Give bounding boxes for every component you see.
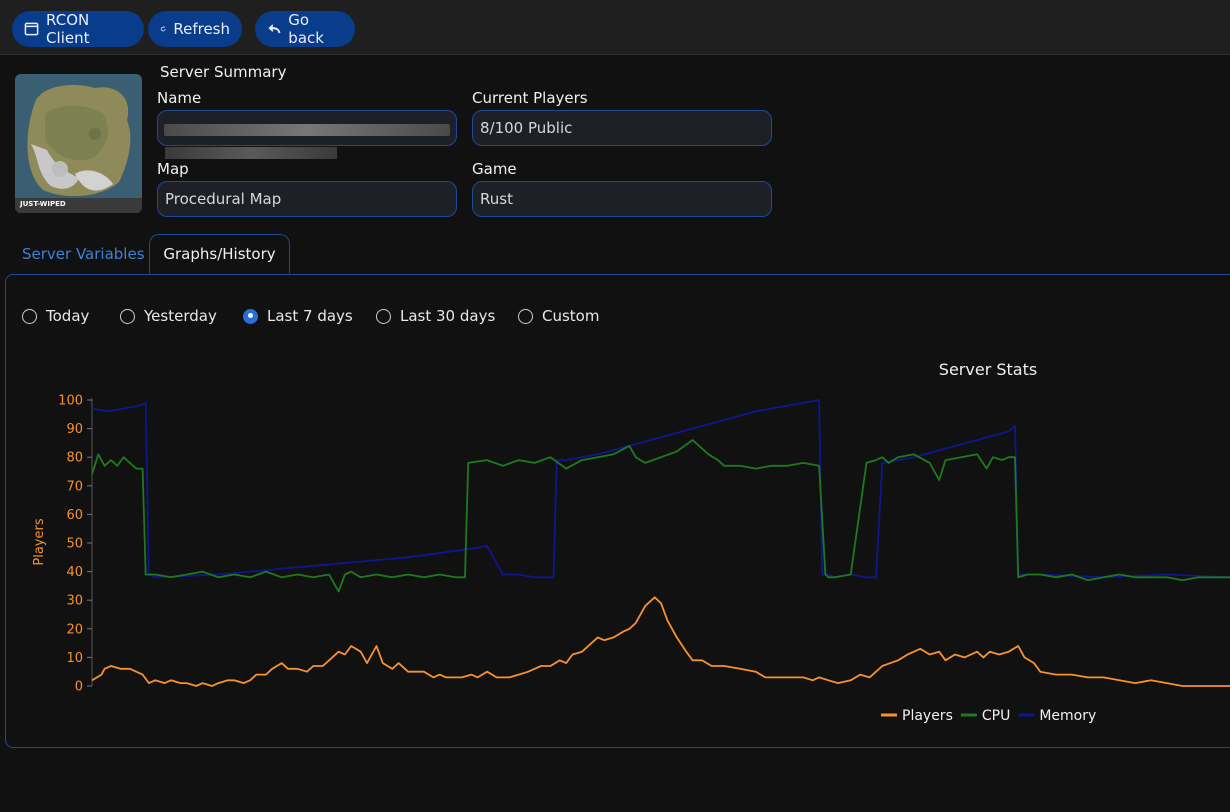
radio-last-7-days-label: Last 7 days: [267, 307, 353, 325]
series-line-cpu: [91, 439, 1230, 593]
y-tick-label: 80: [66, 451, 83, 466]
radio-circle-icon: [376, 308, 391, 324]
y-tick-label: 0: [75, 680, 83, 695]
y-tick-label: 30: [66, 594, 83, 609]
redacted-name-overflow: [165, 147, 337, 159]
radio-circle-icon: [22, 308, 37, 324]
current-players-field[interactable]: 8/100 Public: [472, 110, 772, 146]
radio-custom-label: Custom: [542, 307, 600, 325]
legend-label-cpu: CPU: [982, 708, 1010, 724]
radio-last-7-days[interactable]: Last 7 days: [243, 305, 353, 327]
radio-yesterday-label: Yesterday: [144, 307, 217, 325]
y-tick-label: 90: [66, 422, 83, 437]
game-label: Game: [472, 160, 517, 178]
y-tick-label: 50: [66, 537, 83, 552]
go-back-button[interactable]: Go back: [255, 11, 355, 47]
radio-checked-icon: [243, 308, 258, 324]
refresh-button[interactable]: Refresh: [148, 11, 242, 47]
rcon-client-label: RCON Client: [46, 11, 90, 47]
current-players-label: Current Players: [472, 89, 588, 107]
y-tick-label: 60: [66, 508, 83, 523]
game-field[interactable]: Rust: [472, 181, 772, 217]
chart-title: Server Stats: [939, 360, 1037, 379]
name-field[interactable]: [157, 110, 457, 146]
series-line-players: [91, 596, 1230, 687]
radio-last-30-days-label: Last 30 days: [400, 307, 496, 325]
y-tick-label: 40: [66, 565, 83, 580]
radio-today-label: Today: [46, 307, 90, 325]
top-toolbar: RCON Client Refresh Go back: [0, 0, 1230, 55]
back-arrow-icon: [268, 24, 281, 34]
tab-graphs-history-label: Graphs/History: [163, 245, 276, 263]
map-label: Map: [157, 160, 189, 178]
y-tick-label: 100: [58, 394, 83, 409]
map-badge-logo: JUST-WIPED: [20, 200, 66, 208]
y-tick-label: 10: [66, 651, 83, 666]
tab-graphs-history[interactable]: Graphs/History: [149, 234, 290, 274]
map-thumbnail: JUST-WIPED: [15, 74, 142, 213]
radio-yesterday[interactable]: Yesterday: [120, 305, 217, 327]
go-back-label: Go back: [288, 11, 324, 47]
name-label: Name: [157, 89, 202, 107]
radio-circle-icon: [518, 308, 533, 324]
redacted-name-bar: [164, 124, 450, 136]
map-value: Procedural Map: [165, 190, 282, 208]
radio-last-30-days[interactable]: Last 30 days: [376, 305, 495, 327]
rcon-client-button[interactable]: RCON Client: [12, 11, 144, 47]
radio-today[interactable]: Today: [22, 305, 89, 327]
game-value: Rust: [480, 190, 513, 208]
series-line-memory: [91, 399, 1230, 579]
window-icon: [24, 22, 39, 36]
tab-server-variables-label: Server Variables: [22, 245, 145, 263]
server-summary-heading: Server Summary: [160, 63, 287, 81]
current-players-value: 8/100 Public: [480, 119, 573, 137]
y-tick-label: 70: [66, 479, 83, 494]
refresh-label: Refresh: [173, 20, 230, 38]
y-axis-label: Players: [32, 518, 47, 565]
radio-custom[interactable]: Custom: [518, 305, 599, 327]
y-tick-label: 20: [66, 622, 83, 637]
legend-label-memory: Memory: [1039, 708, 1096, 724]
radio-circle-icon: [120, 308, 135, 324]
map-field[interactable]: Procedural Map: [157, 181, 457, 217]
legend-label-players: Players: [902, 708, 953, 724]
server-stats-chart: Server Stats 0 10 20 30 40 50 60 70 80 90 100 Player…: [32, 360, 1230, 724]
refresh-icon: [160, 26, 166, 32]
tab-server-variables[interactable]: Server Variables: [22, 234, 145, 274]
